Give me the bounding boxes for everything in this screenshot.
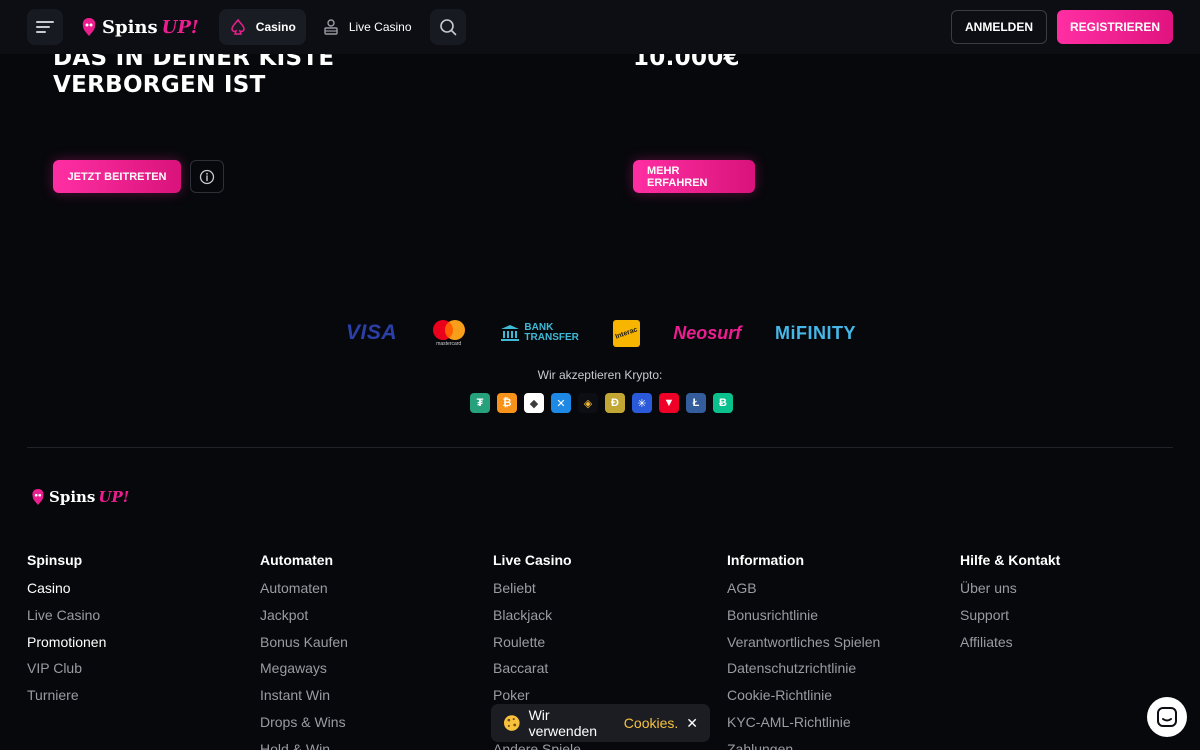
footer-link[interactable]: Datenschutzrichtlinie xyxy=(727,655,880,682)
cookie-link[interactable]: Cookies. xyxy=(624,715,678,731)
bank-line-2: TRANSFER xyxy=(524,332,579,343)
info-icon xyxy=(199,169,215,184)
footer-column-title: Spinsup xyxy=(27,552,83,568)
mastercard-logo: mastercard xyxy=(431,319,467,347)
footer-link[interactable]: Baccarat xyxy=(493,655,581,682)
logo-accent: UP! xyxy=(161,16,199,38)
ripple-icon: ✕ xyxy=(551,393,571,413)
footer-link[interactable]: Automaten xyxy=(260,575,348,602)
litecoin-icon: Ł xyxy=(686,393,706,413)
learn-more-button[interactable]: MEHR ERFAHREN xyxy=(633,160,755,193)
register-button[interactable]: REGISTRIEREN xyxy=(1056,10,1173,44)
footer-link[interactable]: Support xyxy=(960,602,1060,629)
hamburger-icon xyxy=(36,21,54,33)
spade-icon xyxy=(231,18,245,35)
tab-live-casino-label: Live Casino xyxy=(348,20,412,34)
interac-text: Interac xyxy=(614,325,639,341)
crypto-label: Wir akzeptieren Krypto: xyxy=(537,368,663,382)
footer-column-title: Live Casino xyxy=(493,552,572,568)
visa-logo: VISA xyxy=(346,321,398,344)
join-now-button[interactable]: JETZT BEITRETEN xyxy=(53,160,181,193)
menu-button[interactable] xyxy=(27,9,63,45)
footer-column-title: Hilfe & Kontakt xyxy=(960,552,1061,568)
footer-link[interactable]: Promotionen xyxy=(27,629,106,656)
site-logo[interactable]: Spins UP! xyxy=(80,16,199,38)
search-button[interactable] xyxy=(429,9,466,45)
footer-link[interactable]: Megaways xyxy=(260,655,348,682)
footer-link[interactable]: KYC-AML-Richtlinie xyxy=(727,709,880,736)
tron-icon: ▼ xyxy=(659,393,679,413)
close-icon[interactable]: ✕ xyxy=(686,715,698,732)
footer-link[interactable]: Verantwortliches Spielen xyxy=(727,629,880,656)
login-button[interactable]: ANMELDEN xyxy=(950,10,1047,44)
footer-column-automaten: Automaten Automaten Jackpot Bonus Kaufen… xyxy=(260,552,348,750)
cookie-icon xyxy=(503,715,520,731)
footer-link[interactable]: Blackjack xyxy=(493,602,581,629)
logo-mascot-icon xyxy=(32,489,44,505)
footer-link[interactable]: Casino xyxy=(27,575,106,602)
cookie-banner: Wir verwenden Cookies. ✕ xyxy=(491,704,710,742)
footer-link[interactable]: Drops & Wins xyxy=(260,709,348,736)
footer-column-spinsup: Spinsup Casino Live Casino Promotionen V… xyxy=(27,552,106,709)
cookie-text: Wir verwenden xyxy=(528,707,598,739)
footer-link[interactable]: Über uns xyxy=(960,575,1060,602)
bitcoin-cash-icon: Ƀ xyxy=(713,393,733,413)
search-icon xyxy=(439,19,456,36)
footer-logo-text: Spins xyxy=(49,488,96,506)
bank-transfer-logo: BANK TRANSFER xyxy=(500,323,579,343)
mifinity-logo: MiFINITY xyxy=(775,322,856,343)
footer-link[interactable]: Hold & Win xyxy=(260,736,348,750)
tab-live-casino[interactable]: Live Casino xyxy=(312,9,422,45)
dogecoin-icon: Ð xyxy=(605,393,625,413)
footer-link[interactable]: Beliebt xyxy=(493,575,581,602)
cardano-icon: ✳ xyxy=(632,393,652,413)
top-header: Spins UP! Casino Live Casino ANMELDEN REG… xyxy=(0,0,1200,54)
footer-logo-accent: UP! xyxy=(98,488,130,506)
footer-column-information: Information AGB Bonusrichtlinie Verantwo… xyxy=(727,552,880,750)
binance-icon: ◈ xyxy=(578,393,598,413)
footer-link[interactable]: Cookie-Richtlinie xyxy=(727,682,880,709)
footer-link[interactable]: Zahlungen xyxy=(727,736,880,750)
mastercard-text: mastercard xyxy=(436,341,462,347)
interac-logo: Interac xyxy=(612,319,640,347)
payment-methods: VISA mastercard BANK TRANSFER Interac Ne… xyxy=(346,318,856,348)
bitcoin-icon: ₿ xyxy=(497,393,517,413)
footer-link[interactable]: Turniere xyxy=(27,682,106,709)
footer-link[interactable]: Roulette xyxy=(493,629,581,656)
chat-button[interactable] xyxy=(1147,697,1187,737)
footer-link[interactable]: Instant Win xyxy=(260,682,348,709)
footer-link[interactable]: Jackpot xyxy=(260,602,348,629)
footer-link[interactable]: Bonus Kaufen xyxy=(260,629,348,656)
logo-text: Spins xyxy=(102,16,158,38)
logo-mascot-icon xyxy=(82,18,96,36)
tether-icon: ₮ xyxy=(470,393,490,413)
footer-column-help-contact: Hilfe & Kontakt Über uns Support Affilia… xyxy=(960,552,1060,655)
footer-link[interactable]: Bonusrichtlinie xyxy=(727,602,880,629)
footer-divider xyxy=(27,447,1173,448)
dealer-icon xyxy=(324,19,338,35)
info-button[interactable] xyxy=(190,160,224,193)
footer-link[interactable]: Live Casino xyxy=(27,602,106,629)
footer-logo[interactable]: Spins UP! xyxy=(30,487,129,507)
crypto-icons: ₮ ₿ ◆ ✕ ◈ Ð ✳ ▼ Ł Ƀ xyxy=(470,393,733,413)
neosurf-logo: Neosurf xyxy=(673,322,742,343)
tab-casino-label: Casino xyxy=(255,20,296,34)
mastercard-icon xyxy=(432,320,465,340)
hero-left-line-2: VERBORGEN IST xyxy=(53,72,266,98)
bank-icon xyxy=(501,325,520,341)
footer-column-title: Automaten xyxy=(260,552,334,568)
footer-link[interactable]: AGB xyxy=(727,575,880,602)
ethereum-icon: ◆ xyxy=(524,393,544,413)
chat-icon xyxy=(1157,707,1177,727)
footer-link[interactable]: VIP Club xyxy=(27,655,106,682)
footer-link[interactable]: Affiliates xyxy=(960,629,1060,656)
tab-casino[interactable]: Casino xyxy=(218,9,306,45)
header-actions: ANMELDEN REGISTRIEREN xyxy=(950,10,1173,44)
footer-column-title: Information xyxy=(727,552,804,568)
